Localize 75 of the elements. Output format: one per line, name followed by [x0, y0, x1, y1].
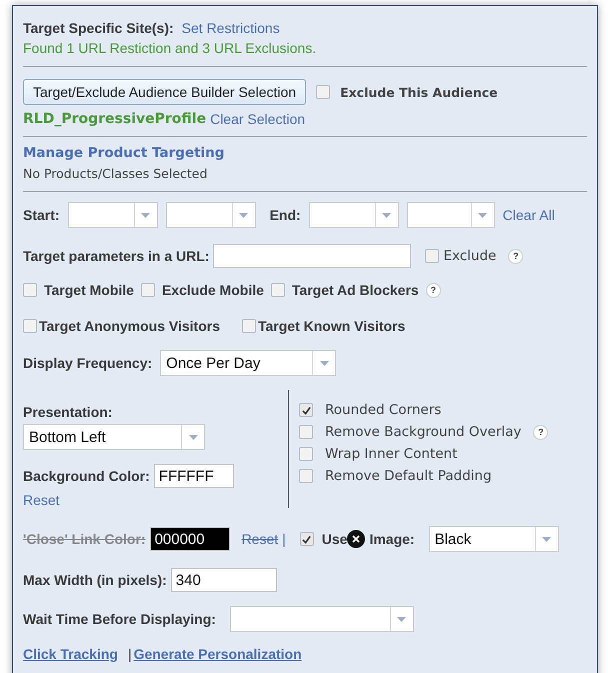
checkbox[interactable] — [270, 283, 285, 297]
product-targeting-link[interactable]: Manage Product Targeting — [23, 145, 224, 161]
checkbox[interactable] — [300, 532, 314, 546]
max-width-label: Max Width (in pixels): — [23, 572, 167, 588]
checkbox[interactable] — [140, 283, 155, 297]
checkbox[interactable] — [299, 425, 313, 439]
separator: | — [282, 531, 286, 547]
clear-all-link[interactable]: Clear All — [502, 207, 555, 223]
checkbox[interactable] — [299, 469, 313, 483]
separator: | — [128, 646, 132, 662]
help-icon[interactable]: ? — [533, 424, 548, 440]
image-label: Image: — [369, 531, 415, 547]
checkbox[interactable] — [299, 403, 313, 417]
checkbox[interactable] — [425, 249, 440, 263]
background-color-label: Background Color: — [23, 468, 150, 484]
end-date-select[interactable] — [308, 202, 399, 228]
products-status: No Products/Classes Selected — [23, 166, 208, 181]
checkmark-icon — [302, 534, 312, 544]
exclude-label: Exclude — [443, 248, 496, 264]
wait-time-label: Wait Time Before Displaying: — [23, 611, 216, 627]
checkbox[interactable] — [23, 283, 37, 297]
dropdown-arrow-icon — [382, 212, 392, 218]
max-width-input[interactable]: 340 — [170, 568, 277, 592]
dropdown-arrow-icon — [320, 360, 329, 366]
start-date-select[interactable] — [68, 202, 158, 228]
close-icon — [347, 530, 366, 548]
checkbox[interactable] — [299, 447, 313, 461]
close-image-select[interactable]: Black — [428, 526, 559, 552]
help-icon[interactable]: ? — [508, 248, 524, 264]
reset-link[interactable]: Reset — [23, 492, 60, 508]
checkbox[interactable] — [23, 319, 37, 333]
start-time-select[interactable] — [166, 202, 256, 228]
wait-time-select[interactable] — [230, 606, 414, 632]
clear-selection-link[interactable]: Clear Selection — [210, 111, 306, 127]
reset-link[interactable]: Reset — [242, 531, 278, 547]
checkbox[interactable] — [242, 319, 256, 333]
checkbox-label: Target Ad Blockers — [292, 282, 419, 298]
display-frequency-label: Display Frequency: — [23, 355, 152, 371]
url-parameters-input[interactable] — [213, 244, 412, 268]
end-time-select[interactable] — [406, 202, 495, 228]
click-tracking-link[interactable]: Click Tracking — [23, 646, 118, 662]
dropdown-arrow-icon — [542, 536, 552, 542]
dropdown-arrow-icon — [397, 616, 406, 622]
audience-selection: RLD_ProgressiveProfile — [23, 111, 206, 127]
option-label: Remove Background Overlay — [325, 424, 522, 440]
option-label: Rounded Corners — [325, 402, 442, 418]
checkmark-icon — [302, 406, 310, 414]
display-frequency-select[interactable]: Once Per Day — [160, 350, 336, 376]
option-label: Remove Default Padding — [325, 468, 492, 484]
dropdown-arrow-icon — [478, 212, 488, 218]
site-label: Target Specific Site(s): — [23, 20, 174, 36]
restrictions-status: Found 1 URL Restiction and 3 URL Exclusions. — [23, 40, 316, 56]
dropdown-arrow-icon — [188, 434, 198, 440]
checkbox-label: Target Known Visitors — [258, 318, 406, 334]
checkbox[interactable] — [316, 85, 330, 99]
generate-personalization-link[interactable]: Generate Personalization — [134, 646, 302, 662]
option-label: Wrap Inner Content — [325, 446, 458, 462]
exclude-audience-label: Exclude This Audience — [340, 84, 498, 100]
start-label: Start: — [23, 207, 60, 223]
presentation-select[interactable]: Bottom Left — [23, 424, 205, 450]
checkbox-label: Exclude Mobile — [162, 282, 264, 298]
use-label: Use — [322, 531, 348, 547]
audience-builder-button[interactable]: Target/Exclude Audience Builder Selection — [23, 79, 306, 105]
help-icon[interactable]: ? — [426, 282, 441, 298]
presentation-label: Presentation: — [23, 404, 114, 420]
close-link-color-input[interactable]: 000000 — [150, 527, 230, 551]
close-link-color-label: 'Close' Link Color: — [23, 531, 146, 547]
checkbox-label: Target Anonymous Visitors — [39, 318, 220, 334]
dropdown-arrow-icon — [239, 212, 248, 218]
dropdown-arrow-icon — [141, 212, 150, 218]
end-label: End: — [270, 207, 301, 223]
set-restrictions-link[interactable]: Set Restrictions — [182, 20, 280, 36]
checkbox-label: Target Mobile — [44, 282, 134, 298]
url-parameters-label: Target parameters in a URL: — [23, 248, 210, 264]
background-color-input[interactable]: FFFFFF — [154, 464, 234, 488]
